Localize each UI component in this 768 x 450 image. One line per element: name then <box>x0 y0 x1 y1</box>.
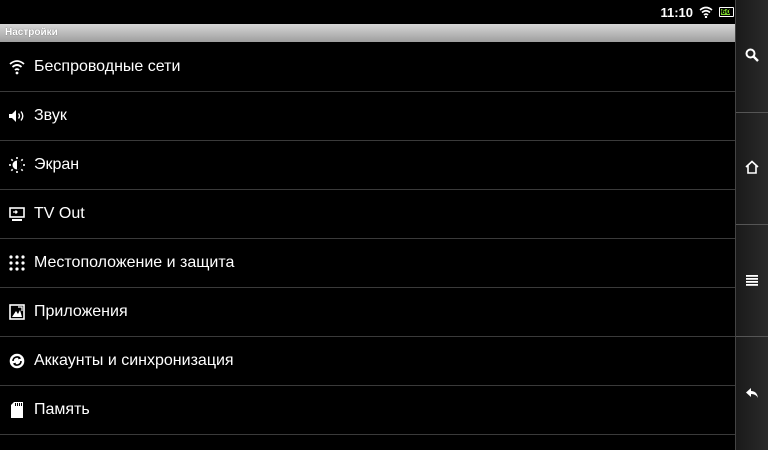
settings-item-applications[interactable]: Приложения <box>0 288 736 337</box>
settings-item-location-security[interactable]: Местоположение и защита <box>0 239 736 288</box>
search-button[interactable] <box>736 0 768 113</box>
menu-button[interactable] <box>736 224 768 337</box>
settings-item-accounts-sync[interactable]: Аккаунты и синхронизация <box>0 337 736 386</box>
settings-item-label: Экран <box>34 156 80 173</box>
settings-item-label: Аккаунты и синхронизация <box>34 352 234 369</box>
settings-item-label: Звук <box>34 107 67 124</box>
settings-item-label: Приложения <box>34 303 128 320</box>
sd-card-icon <box>6 399 28 421</box>
settings-item-storage[interactable]: Память <box>0 386 736 435</box>
menu-icon <box>746 271 758 290</box>
applications-icon <box>6 301 28 323</box>
battery-level: 60 <box>721 8 731 16</box>
home-button[interactable] <box>736 112 768 225</box>
battery-icon: 60 <box>719 7 734 17</box>
navigation-bar <box>735 0 768 450</box>
settings-item-label: Память <box>34 401 90 418</box>
page-title: Настройки <box>0 24 736 42</box>
search-icon <box>745 47 759 66</box>
clock: 11:10 <box>660 4 693 20</box>
sync-icon <box>6 350 28 372</box>
settings-item-tv-out[interactable]: TV Out <box>0 190 736 239</box>
wifi-icon <box>6 56 28 78</box>
settings-item-sound[interactable]: Звук <box>0 92 736 141</box>
wifi-status-icon <box>699 6 713 18</box>
back-button[interactable] <box>736 336 768 450</box>
settings-item-label: Беспроводные сети <box>34 58 181 75</box>
brightness-icon <box>6 154 28 176</box>
settings-item-label: TV Out <box>34 205 85 222</box>
tv-out-icon <box>6 203 28 225</box>
back-icon <box>745 384 759 403</box>
location-grid-icon <box>6 252 28 274</box>
settings-item-label: Местоположение и защита <box>34 254 235 271</box>
speaker-icon <box>6 105 28 127</box>
settings-item-display[interactable]: Экран <box>0 141 736 190</box>
home-icon <box>745 159 759 178</box>
settings-list: Беспроводные сети Звук Экран TV Out Мест… <box>0 43 736 435</box>
settings-item-wireless[interactable]: Беспроводные сети <box>0 43 736 92</box>
status-bar: 11:10 60 <box>0 0 736 24</box>
